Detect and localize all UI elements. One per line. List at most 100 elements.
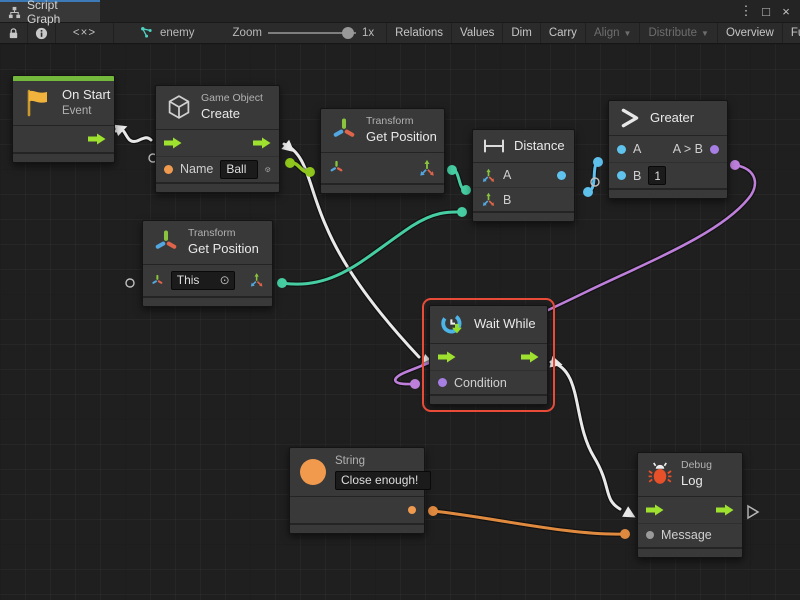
wire-endpoint — [457, 207, 467, 217]
node-distance[interactable]: Distance A B — [472, 129, 575, 222]
wire-endpoint — [305, 167, 315, 177]
node-category: Debug — [681, 459, 712, 473]
wire-endpoint — [428, 506, 438, 516]
script-graph-window: Script Graph ⋮ □ × <×> enemy Zoom 1 — [0, 0, 800, 600]
node-greater[interactable]: Greater A A > B B — [608, 100, 728, 199]
string-output-port[interactable] — [408, 506, 416, 514]
node-subtitle: Event — [62, 104, 110, 119]
zoom-label: Zoom — [233, 27, 262, 39]
transform-input-port[interactable] — [329, 160, 344, 175]
graph-name: enemy — [160, 27, 195, 39]
object-picker-icon[interactable]: ⊙ — [220, 273, 230, 287]
vector3-input-port-b[interactable] — [481, 192, 496, 207]
overview-button[interactable]: Overview — [718, 23, 783, 43]
transform-input-port[interactable] — [151, 273, 164, 288]
wire-endpoint — [583, 187, 593, 197]
bug-icon — [648, 462, 672, 486]
unconnected-port-circle[interactable] — [126, 279, 134, 287]
port-label: Message — [661, 528, 712, 542]
node-debug-log[interactable]: Debug Log Message — [637, 452, 743, 558]
port-label: A — [633, 142, 641, 156]
node-title: Create — [201, 106, 263, 123]
maximize-icon[interactable]: □ — [758, 4, 774, 19]
wire-endpoint — [461, 185, 471, 195]
zoom-value: 1x — [362, 27, 374, 39]
wire-endpoint — [285, 158, 295, 168]
lock-button[interactable] — [0, 23, 28, 43]
flow-output-port[interactable] — [253, 137, 271, 149]
node-title: Wait While — [474, 316, 536, 333]
distance-output-port[interactable] — [557, 171, 566, 180]
flow-stub-triangle[interactable] — [748, 506, 758, 518]
dim-button[interactable]: Dim — [503, 23, 540, 43]
a-input-port[interactable] — [617, 145, 626, 154]
distribute-button[interactable]: Distribute▼ — [640, 23, 718, 43]
more-menu-icon[interactable]: ⋮ — [738, 3, 754, 19]
node-title: Get Position — [188, 241, 259, 258]
b-input-port[interactable] — [617, 171, 626, 180]
flow-input-port[interactable] — [438, 351, 456, 363]
tab-title: Script Graph — [27, 0, 92, 26]
chevron-down-icon: ▼ — [701, 29, 709, 38]
wire-endpoint — [730, 160, 740, 170]
flow-output-port[interactable] — [716, 504, 734, 516]
wire-endpoint — [277, 278, 287, 288]
zoom-slider[interactable] — [268, 26, 356, 40]
flow-input-port[interactable] — [164, 137, 182, 149]
node-title: On Start — [62, 87, 110, 104]
node-category: Transform — [366, 115, 437, 129]
node-title: Log — [681, 473, 712, 490]
name-value-field[interactable] — [220, 160, 258, 179]
node-title: String — [335, 454, 431, 469]
condition-input-port[interactable] — [438, 378, 447, 387]
flow-output-port[interactable] — [88, 133, 106, 145]
node-string[interactable]: String — [289, 447, 425, 534]
node-get-position-b[interactable]: Transform Get Position ⊙ — [142, 220, 273, 307]
cube-icon — [166, 94, 192, 120]
wire-waitwhile-to-log — [551, 362, 620, 509]
toolbar: <×> enemy Zoom 1x Relations Values Dim C… — [0, 22, 800, 44]
wire-endpoint — [620, 529, 630, 539]
node-category: Transform — [188, 227, 259, 241]
values-button[interactable]: Values — [452, 23, 503, 43]
node-category: Game Object — [201, 92, 263, 106]
port-label: Condition — [454, 376, 507, 390]
node-title: Get Position — [366, 129, 437, 146]
relations-button[interactable]: Relations — [386, 23, 452, 43]
b-value-field[interactable] — [648, 166, 666, 185]
code-view-button[interactable]: <×> — [56, 23, 114, 43]
zoom-slider-handle[interactable] — [342, 27, 354, 39]
graph-reference[interactable]: enemy — [114, 23, 205, 43]
vector3-output-port[interactable] — [418, 159, 436, 177]
port-label: A — [503, 168, 511, 182]
string-value-field[interactable] — [335, 471, 431, 490]
name-input-port[interactable] — [164, 165, 173, 174]
wire-endpoint — [593, 157, 603, 167]
flow-input-port[interactable] — [646, 504, 664, 516]
result-output-port[interactable] — [710, 145, 719, 154]
vector3-output-port[interactable] — [249, 271, 264, 289]
node-on-start[interactable]: On Start Event — [12, 75, 115, 163]
close-icon[interactable]: × — [778, 4, 794, 19]
graph-icon — [8, 6, 21, 19]
message-input-port[interactable] — [646, 531, 654, 539]
chevron-down-icon: ▼ — [624, 29, 632, 38]
carry-button[interactable]: Carry — [541, 23, 586, 43]
titlebar: Script Graph ⋮ □ × — [0, 0, 800, 22]
node-get-position-a[interactable]: Transform Get Position — [320, 108, 445, 194]
node-wait-while[interactable]: Wait While Condition — [429, 305, 548, 405]
wait-clock-icon — [440, 312, 465, 337]
full-screen-button[interactable]: Full Screen — [783, 23, 800, 43]
flow-output-port[interactable] — [521, 351, 539, 363]
align-button[interactable]: Align▼ — [586, 23, 641, 43]
graph-canvas[interactable]: On Start Event Game Object Creat — [0, 44, 800, 600]
wire-endpoint — [447, 165, 457, 175]
game-object-output-port[interactable] — [265, 161, 271, 178]
info-button[interactable] — [28, 23, 56, 43]
node-title: Distance — [514, 138, 565, 155]
vector3-input-port-a[interactable] — [481, 168, 496, 183]
wire-getposition-b-to-distance-b — [282, 212, 462, 284]
transform-icon — [331, 117, 357, 143]
tab-script-graph[interactable]: Script Graph — [0, 0, 100, 22]
node-create[interactable]: Game Object Create Name — [155, 85, 280, 193]
